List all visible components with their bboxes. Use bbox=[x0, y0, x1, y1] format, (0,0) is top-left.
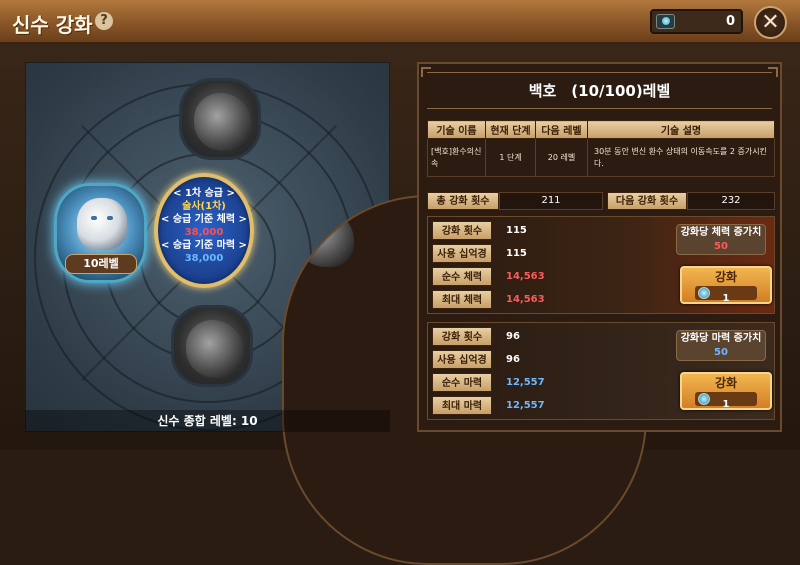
stat-label: 최대 체력 bbox=[432, 290, 492, 309]
stat-label: 순수 마력 bbox=[432, 373, 492, 392]
total-enhance-value: 211 bbox=[499, 192, 603, 210]
hp-requirement-label: < 승급 기준 체력 > bbox=[161, 214, 247, 225]
column-header: 기술 이름 bbox=[427, 120, 486, 139]
increase-value: 50 bbox=[714, 347, 728, 358]
mp-increase-info: 강화당 마력 증가치 50 bbox=[676, 330, 766, 361]
skill-next-level: 20 레벨 bbox=[535, 138, 588, 177]
mp-requirement-label: < 승급 기준 마력 > bbox=[161, 240, 247, 251]
enhancement-window: 신수 강화 ? 0 ✕ 10레벨 < 1차 승급 > 술사(1차) < 승급 기… bbox=[0, 0, 800, 565]
promotion-rank: 술사(1차) bbox=[182, 201, 226, 212]
stat-value: 14,563 bbox=[506, 294, 545, 305]
beast-selection-panel: 10레벨 < 1차 승급 > 술사(1차) < 승급 기준 체력 > 38,00… bbox=[25, 62, 647, 565]
beast-slot-bottom[interactable] bbox=[171, 305, 253, 387]
gem-icon bbox=[698, 393, 710, 405]
white-tiger-portrait-icon bbox=[77, 198, 127, 250]
mp-enhance-box: 강화 횟수 96 사용 십억경 96 순수 마력 12,557 최대 마력 12… bbox=[427, 322, 775, 420]
mp-requirement-value: 38,000 bbox=[184, 253, 224, 264]
stat-value: 96 bbox=[506, 354, 520, 365]
increase-title: 강화당 체력 증가치 bbox=[680, 227, 762, 238]
mp-enhance-button[interactable]: 강화 1 bbox=[680, 372, 772, 410]
enhance-cost-value: 1 bbox=[722, 293, 730, 304]
hp-enhance-box: 강화 횟수 115 사용 십억경 115 순수 체력 14,563 최대 체력 … bbox=[427, 216, 775, 314]
hp-enhance-button[interactable]: 강화 1 bbox=[680, 266, 772, 304]
beast-detail-panel: 백호 (10/100)레벨 기술 이름 현재 단계 다음 레벨 기술 설명 [백… bbox=[417, 62, 782, 432]
next-enhance-value: 232 bbox=[687, 192, 775, 210]
enhance-cost: 1 bbox=[695, 392, 757, 410]
hp-requirement-value: 38,000 bbox=[184, 227, 224, 238]
beast-slot-white-tiger[interactable]: 10레벨 bbox=[54, 183, 147, 283]
stat-label: 순수 체력 bbox=[432, 267, 492, 286]
enhance-count-row: 총 강화 횟수 211 다음 강화 횟수 232 bbox=[427, 192, 775, 210]
promotion-heading: < 1차 승급 > bbox=[173, 188, 235, 199]
total-enhance-label: 총 강화 횟수 bbox=[427, 192, 499, 210]
page-title: 신수 강화 bbox=[12, 13, 93, 37]
skill-current-stage: 1 단계 bbox=[485, 138, 536, 177]
stat-value: 115 bbox=[506, 225, 527, 236]
beast-portrait-icon bbox=[186, 320, 244, 378]
stat-value: 12,557 bbox=[506, 377, 545, 388]
beast-slot-top[interactable] bbox=[179, 78, 261, 160]
promotion-info-circle: < 1차 승급 > 술사(1차) < 승급 기준 체력 > 38,000 < 승… bbox=[154, 173, 254, 288]
stat-value: 96 bbox=[506, 331, 520, 342]
gem-icon bbox=[698, 287, 710, 299]
beast-portrait-icon bbox=[194, 93, 252, 151]
hp-increase-info: 강화당 체력 증가치 50 bbox=[676, 224, 766, 255]
column-header: 다음 레벨 bbox=[535, 120, 588, 139]
column-header: 기술 설명 bbox=[587, 120, 775, 139]
stat-label: 강화 횟수 bbox=[432, 327, 492, 346]
increase-title: 강화당 마력 증가치 bbox=[680, 333, 762, 344]
title-bar: 신수 강화 ? 0 ✕ bbox=[0, 0, 800, 44]
enhance-cost-value: 1 bbox=[722, 399, 730, 410]
enhance-button-label: 강화 bbox=[714, 270, 738, 284]
help-icon[interactable]: ? bbox=[95, 12, 113, 30]
gem-icon bbox=[656, 14, 675, 29]
next-enhance-label: 다음 강화 횟수 bbox=[607, 192, 687, 210]
close-button[interactable]: ✕ bbox=[754, 6, 787, 39]
skill-table: 기술 이름 현재 단계 다음 레벨 기술 설명 [백호]환수의신속 1 단계 2… bbox=[427, 120, 775, 177]
stat-label: 사용 십억경 bbox=[432, 244, 492, 263]
column-header: 현재 단계 bbox=[485, 120, 536, 139]
enhance-button-label: 강화 bbox=[714, 376, 738, 390]
stat-label: 사용 십억경 bbox=[432, 350, 492, 369]
enhance-cost: 1 bbox=[695, 286, 757, 304]
beast-level-badge: 10레벨 bbox=[65, 254, 137, 274]
increase-value: 50 bbox=[714, 241, 728, 252]
stat-label: 최대 마력 bbox=[432, 396, 492, 415]
skill-name: [백호]환수의신속 bbox=[427, 138, 486, 177]
skill-description: 30분 동안 변신 환수 상태의 이동속도를 2 증가시킨다. bbox=[587, 138, 775, 177]
total-beast-level: 신수 종합 레벨: 10 bbox=[25, 410, 390, 432]
stat-value: 12,557 bbox=[506, 400, 545, 411]
table-row: [백호]환수의신속 1 단계 20 레벨 30분 동안 변신 환수 상태의 이동… bbox=[427, 138, 775, 177]
stat-value: 14,563 bbox=[506, 271, 545, 282]
beast-title: 백호 (10/100)레벨 bbox=[427, 72, 772, 109]
currency-amount: 0 bbox=[725, 14, 735, 29]
stat-value: 115 bbox=[506, 248, 527, 259]
stat-label: 강화 횟수 bbox=[432, 221, 492, 240]
currency-display: 0 bbox=[650, 9, 743, 34]
